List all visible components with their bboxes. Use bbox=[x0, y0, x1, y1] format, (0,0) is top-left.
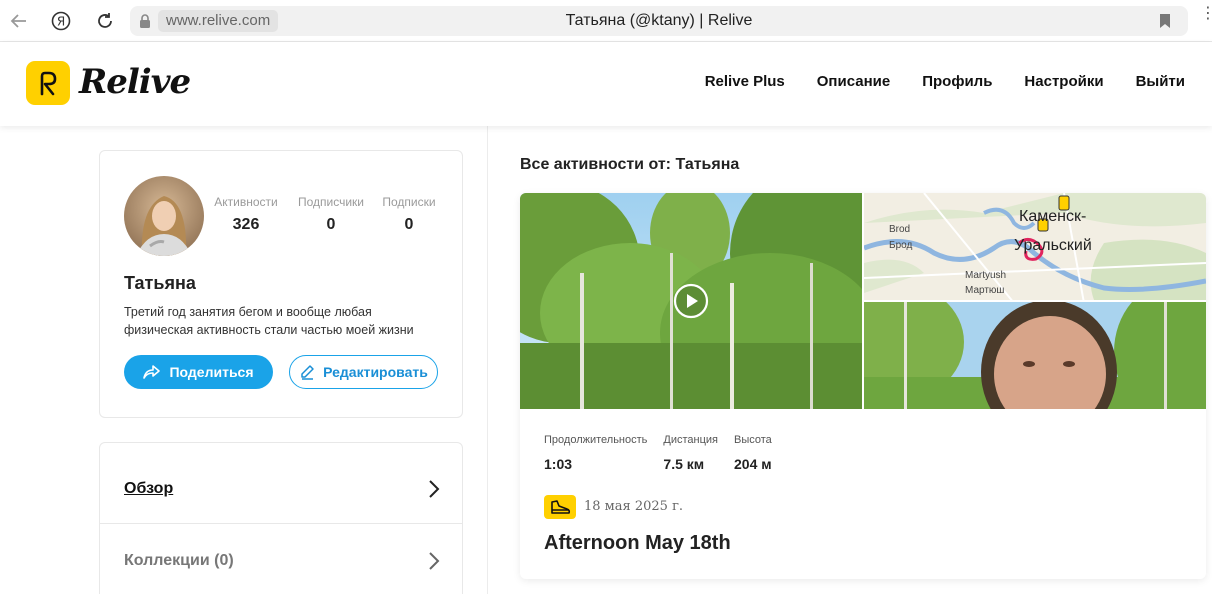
nav-settings[interactable]: Настройки bbox=[1024, 73, 1103, 90]
stat-activities[interactable]: Активности 326 bbox=[212, 195, 280, 234]
share-icon bbox=[143, 365, 161, 379]
stat-label: Подписчики bbox=[297, 195, 364, 209]
activity-card[interactable]: Каменск- Уральский Brod Брод Martyush Ма… bbox=[520, 193, 1206, 579]
avatar[interactable] bbox=[124, 176, 204, 256]
profile-stats: Активности 326 Подписчики 0 Подписки 0 bbox=[212, 195, 436, 234]
stat-label: Активности bbox=[214, 195, 278, 209]
activity-stat-elevation: Высота 204 м bbox=[734, 434, 772, 472]
menu-divider bbox=[100, 523, 462, 524]
column-divider bbox=[487, 126, 488, 594]
activity-photo-thumbnail[interactable] bbox=[864, 302, 1206, 409]
map-city-label: Каменск- bbox=[1019, 208, 1086, 225]
chevron-right-icon bbox=[429, 552, 440, 570]
map-town-label: Martyush bbox=[965, 270, 1006, 281]
stat-following[interactable]: Подписки 0 bbox=[382, 195, 436, 234]
activity-stat-label: Дистанция bbox=[663, 434, 719, 446]
edit-button[interactable]: Редактировать bbox=[289, 355, 438, 389]
activity-date: 18 мая 2025 г. bbox=[584, 499, 684, 514]
main-nav: Relive Plus Описание Профиль Настройки В… bbox=[705, 73, 1185, 90]
stat-value: 0 bbox=[404, 216, 414, 233]
nav-description[interactable]: Описание bbox=[817, 73, 890, 90]
stat-label: Подписки bbox=[382, 195, 436, 209]
profile-bio: Третий год занятия бегом и вообще любая … bbox=[124, 305, 414, 337]
bookmark-icon[interactable] bbox=[1158, 13, 1172, 29]
relive-wordmark[interactable]: Relive bbox=[79, 62, 191, 102]
map-town-label: Брод bbox=[889, 240, 912, 251]
profile-name: Татьяна bbox=[124, 273, 196, 293]
activity-stat-duration: Продолжительность 1:03 bbox=[544, 434, 647, 472]
nav-profile[interactable]: Профиль bbox=[922, 73, 992, 90]
yandex-icon[interactable]: Я bbox=[48, 8, 74, 34]
stat-value: 0 bbox=[326, 216, 336, 233]
running-shoe-icon bbox=[544, 495, 576, 519]
stat-followers[interactable]: Подписчики 0 bbox=[280, 195, 382, 234]
activity-stat-value: 204 м bbox=[734, 456, 772, 472]
activity-title[interactable]: Afternoon May 18th bbox=[544, 532, 731, 555]
nav-logout[interactable]: Выйти bbox=[1136, 73, 1185, 90]
menu-item-label: Коллекции (0) bbox=[124, 552, 234, 569]
activity-stat-distance: Дистанция 7.5 км bbox=[663, 434, 718, 472]
pencil-icon bbox=[301, 365, 314, 380]
chevron-right-icon bbox=[429, 480, 440, 498]
address-bar[interactable]: www.relive.com Татьяна (@ktany) | Relive bbox=[130, 6, 1188, 36]
map-town-label: Brod bbox=[889, 224, 910, 235]
share-label: Поделиться bbox=[169, 364, 254, 380]
more-vertical-icon[interactable]: ⋮ bbox=[1200, 6, 1212, 32]
browser-toolbar: Я www.relive.com Татьяна (@ktany) | Reli… bbox=[0, 0, 1212, 42]
nav-relive-plus[interactable]: Relive Plus bbox=[705, 73, 785, 90]
menu-item-overview[interactable]: Обзор bbox=[100, 453, 462, 525]
relive-logo-icon[interactable] bbox=[26, 61, 70, 105]
back-arrow-icon[interactable] bbox=[6, 8, 32, 34]
activity-video-thumbnail[interactable] bbox=[520, 193, 862, 409]
activity-stat-label: Высота bbox=[734, 434, 772, 446]
reload-icon[interactable] bbox=[92, 8, 118, 34]
map-city-label: Уральский bbox=[1014, 237, 1092, 254]
menu-item-label: Обзор bbox=[124, 480, 174, 497]
svg-text:Я: Я bbox=[57, 15, 65, 29]
activities-heading: Все активности от: Татьяна bbox=[520, 156, 740, 173]
activity-stats: Продолжительность 1:03 Дистанция 7.5 км … bbox=[544, 434, 772, 472]
stat-value: 326 bbox=[232, 216, 260, 233]
route-map-thumbnail[interactable]: Каменск- Уральский Brod Брод Martyush Ма… bbox=[864, 193, 1206, 300]
site-header: Relive Relive Plus Описание Профиль Наст… bbox=[0, 42, 1212, 126]
page-tab-title: Татьяна (@ktany) | Relive bbox=[565, 12, 753, 29]
profile-card: Активности 326 Подписчики 0 Подписки 0 Т… bbox=[99, 150, 463, 418]
activity-stat-label: Продолжительность bbox=[544, 434, 648, 446]
profile-menu: Обзор Коллекции (0) bbox=[99, 442, 463, 594]
activity-stat-value: 7.5 км bbox=[663, 456, 705, 472]
activity-stat-value: 1:03 bbox=[544, 456, 573, 472]
share-button[interactable]: Поделиться bbox=[124, 355, 273, 389]
map-town-label: Мартюш bbox=[965, 285, 1004, 296]
play-icon[interactable] bbox=[673, 283, 709, 319]
menu-item-collections[interactable]: Коллекции (0) bbox=[100, 525, 462, 594]
edit-label: Редактировать bbox=[323, 364, 428, 380]
